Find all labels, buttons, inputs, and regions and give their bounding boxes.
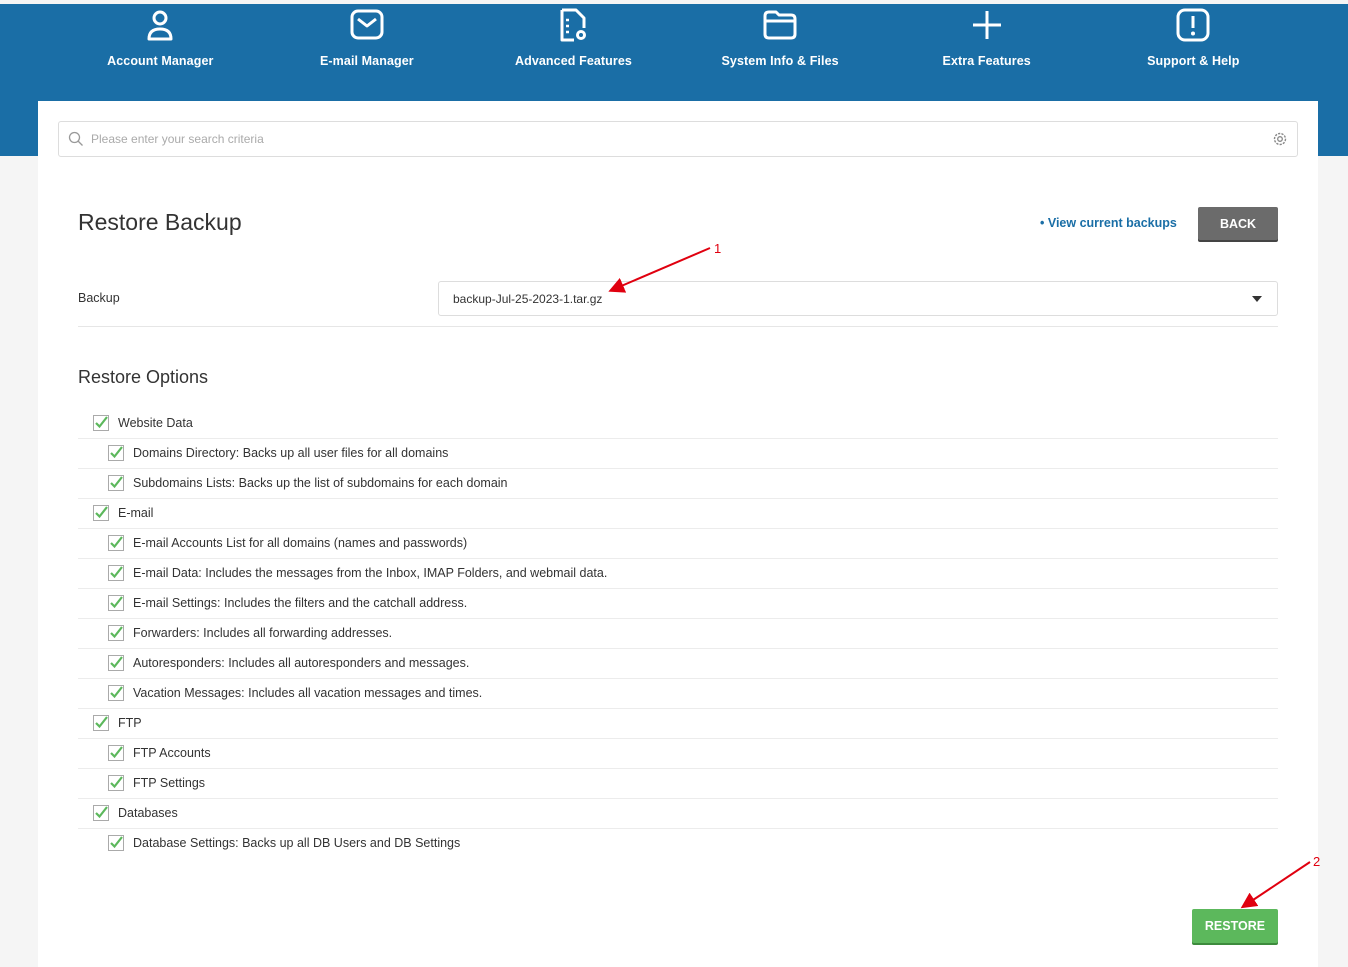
checkbox[interactable] [108,745,124,761]
nav-label: Extra Features [942,54,1031,68]
checkbox[interactable] [93,415,109,431]
checkbox[interactable] [108,445,124,461]
folder-icon [763,10,797,40]
view-current-backups-link[interactable]: • View current backups [1040,216,1177,230]
backup-select[interactable]: backup-Jul-25-2023-1.tar.gz [438,281,1278,316]
option-row: Domains Directory: Backs up all user fil… [78,438,1278,469]
plus-icon [972,11,1001,39]
divider [78,326,1278,327]
option-label: E-mail Data: Includes the messages from … [133,566,608,580]
search-input[interactable] [89,123,1263,155]
option-row: Subdomains Lists: Backs up the list of s… [78,468,1278,499]
gear-icon[interactable] [1272,131,1288,147]
checkbox[interactable] [108,835,124,851]
back-button[interactable]: BACK [1198,207,1278,240]
option-group-row: Databases [78,798,1278,829]
option-label: Website Data [118,416,193,430]
nav-extra-features[interactable]: Extra Features [883,4,1090,94]
checkbox[interactable] [108,625,124,641]
checkbox[interactable] [93,505,109,521]
option-group-row: Website Data [78,408,1278,439]
option-label: FTP Settings [133,776,206,790]
checkbox[interactable] [108,685,124,701]
backup-label: Backup [78,291,120,305]
restore-options-title: Restore Options [78,367,209,387]
option-label: FTP Accounts [133,746,211,760]
user-icon [147,10,173,41]
checkbox[interactable] [108,775,124,791]
page-title: Restore Backup [78,209,242,235]
exclamation-icon [1176,8,1210,42]
option-row: FTP Accounts [78,738,1278,769]
main-nav: Account Manager E-mail Manager Advanced … [57,4,1297,94]
option-label: Subdomains Lists: Backs up the list of s… [133,476,508,490]
nav-advanced-features[interactable]: Advanced Features [470,4,677,94]
option-label: FTP [118,716,142,730]
caret-down-icon [1252,296,1262,302]
checkbox[interactable] [108,655,124,671]
option-row: FTP Settings [78,768,1278,799]
checkbox[interactable] [108,565,124,581]
checkbox[interactable] [93,805,109,821]
option-label: E-mail [118,506,154,520]
option-label: Forwarders: Includes all forwarding addr… [133,626,393,640]
option-group-row: E-mail [78,498,1278,529]
nav-label: Advanced Features [514,54,632,68]
option-label: Autoresponders: Includes all autorespond… [133,656,470,670]
nav-account-manager[interactable]: Account Manager [57,4,264,94]
nav-label: Account Manager [107,54,214,68]
nav-label: E-mail Manager [319,54,414,68]
option-label: Database Settings: Backs up all DB Users… [133,836,461,850]
option-group-row: FTP [78,708,1278,739]
option-label: E-mail Settings: Includes the filters an… [133,596,468,610]
option-label: E-mail Accounts List for all domains (na… [133,536,468,550]
search-bar [58,121,1298,157]
nav-email-manager[interactable]: E-mail Manager [264,4,471,94]
option-row: E-mail Data: Includes the messages from … [78,558,1278,589]
option-row: Database Settings: Backs up all DB Users… [78,828,1278,858]
search-icon [68,131,83,146]
option-label: Databases [118,806,178,820]
checkbox[interactable] [108,535,124,551]
option-row: E-mail Accounts List for all domains (na… [78,528,1278,559]
main-content-card: Restore Backup • View current backups BA… [38,101,1318,967]
checkbox[interactable] [108,475,124,491]
nav-label: System Info & Files [721,54,839,68]
file-gear-icon [560,8,587,42]
option-row: Vacation Messages: Includes all vacation… [78,678,1278,709]
nav-label: Support & Help [1147,54,1240,68]
option-row: Autoresponders: Includes all autorespond… [78,648,1278,679]
checkbox[interactable] [93,715,109,731]
backup-selected-value: backup-Jul-25-2023-1.tar.gz [453,292,603,306]
option-row: Forwarders: Includes all forwarding addr… [78,618,1278,649]
option-label: Domains Directory: Backs up all user fil… [133,446,449,460]
option-label: Vacation Messages: Includes all vacation… [133,686,483,700]
nav-system-info-files[interactable]: System Info & Files [677,4,884,94]
option-row: E-mail Settings: Includes the filters an… [78,588,1278,619]
checkbox[interactable] [108,595,124,611]
envelope-icon [350,9,384,40]
restore-button[interactable]: RESTORE [1192,909,1278,943]
nav-support-help[interactable]: Support & Help [1090,4,1297,94]
